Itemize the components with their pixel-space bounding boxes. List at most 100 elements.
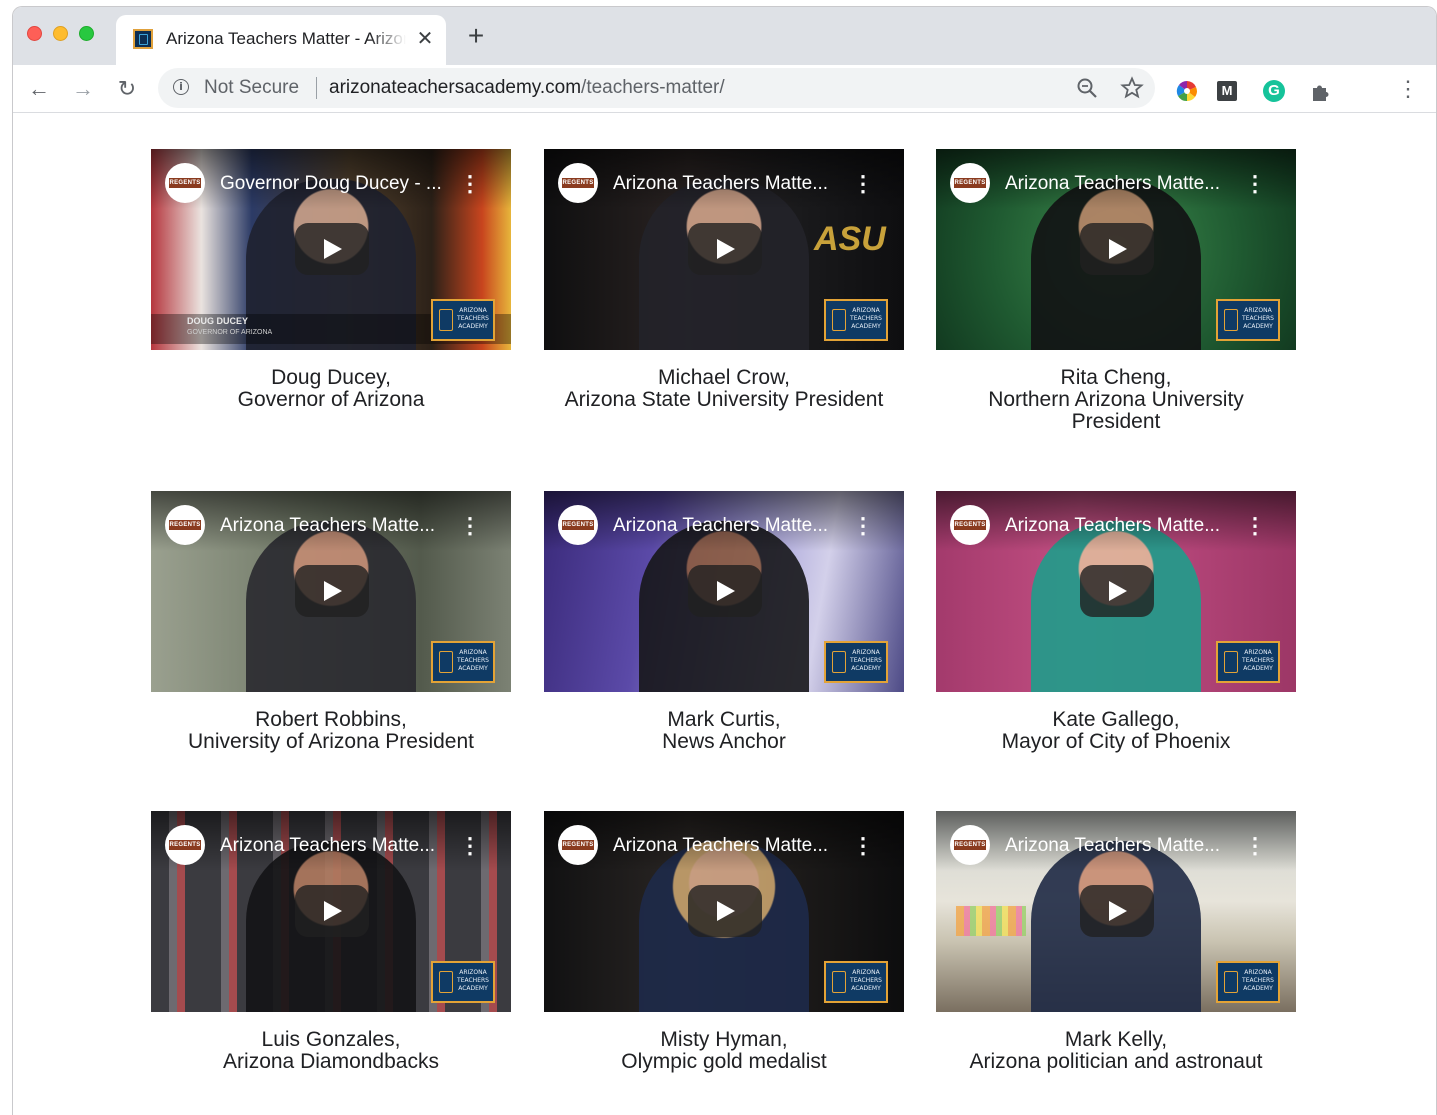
person-role: Northern Arizona University (988, 388, 1244, 411)
video-more-icon[interactable]: ⋮ (459, 833, 481, 859)
reload-button[interactable]: ↻ (113, 75, 141, 103)
person-name: Misty Hyman, (660, 1028, 788, 1051)
tab-title: Arizona Teachers Matter - Arizona Teache… (166, 29, 406, 48)
video-player[interactable]: REGENTS Arizona Teachers Matte... ⋮ ARIZ… (936, 149, 1296, 350)
video-more-icon[interactable]: ⋮ (1244, 513, 1266, 539)
channel-avatar[interactable]: REGENTS (165, 163, 205, 203)
person-role: Mayor of City of Phoenix (1001, 730, 1231, 753)
play-button-icon[interactable] (1080, 565, 1154, 617)
url-text[interactable]: arizonateachersacademy.com/teachers-matt… (329, 77, 725, 99)
person-role: News Anchor (662, 730, 786, 753)
channel-avatar[interactable]: REGENTS (950, 505, 990, 545)
channel-avatar[interactable]: REGENTS (950, 163, 990, 203)
minimize-window-button[interactable] (53, 26, 68, 41)
video-title[interactable]: Arizona Teachers Matte... (613, 515, 843, 537)
video-caption: Robert Robbins, University of Arizona Pr… (121, 709, 541, 753)
address-bar[interactable]: i Not Secure arizonateachersacademy.com/… (158, 68, 1155, 108)
play-button-icon[interactable] (295, 223, 369, 275)
arizona-teachers-academy-logo: ARIZONA TEACHERS ACADEMY (431, 961, 495, 1003)
video-more-icon[interactable]: ⋮ (459, 513, 481, 539)
back-button[interactable]: ← (25, 75, 53, 103)
person-name: Kate Gallego, (1052, 708, 1180, 731)
color-wheel-extension-icon[interactable] (1176, 80, 1198, 102)
video-more-icon[interactable]: ⋮ (852, 513, 874, 539)
video-caption: Misty Hyman, Olympic gold medalist (514, 1029, 934, 1073)
bookmark-star-icon[interactable] (1120, 76, 1144, 100)
channel-avatar[interactable]: REGENTS (950, 825, 990, 865)
person-name: Mark Curtis, (667, 708, 781, 731)
channel-avatar[interactable]: REGENTS (558, 163, 598, 203)
person-name: Doug Ducey, (271, 366, 391, 389)
video-title[interactable]: Arizona Teachers Matte... (220, 515, 450, 537)
person-name: Michael Crow, (658, 366, 790, 389)
tab-arizona-teachers-matter[interactable]: Arizona Teachers Matter - Arizona Teache… (116, 15, 446, 65)
site-favicon-icon (133, 29, 153, 49)
video-player[interactable]: DOUG DUCEY GOVERNOR OF ARIZONA REGENTS G… (151, 149, 511, 350)
video-player[interactable]: REGENTS Arizona Teachers Matte... ⋮ ARIZ… (936, 491, 1296, 692)
video-more-icon[interactable]: ⋮ (1244, 833, 1266, 859)
video-title[interactable]: Arizona Teachers Matte... (613, 835, 843, 857)
person-role: Governor of Arizona (237, 388, 425, 411)
zoom-window-button[interactable] (79, 26, 94, 41)
grammarly-extension-icon[interactable]: G (1263, 80, 1285, 102)
person-role: University of Arizona President (188, 730, 474, 753)
channel-avatar[interactable]: REGENTS (165, 825, 205, 865)
lower-third-role: GOVERNOR OF ARIZONA (187, 329, 273, 336)
video-caption: Mark Curtis, News Anchor (514, 709, 934, 753)
site-info-icon[interactable]: i (173, 79, 189, 95)
monogram-extension-icon[interactable]: M (1217, 81, 1237, 101)
extensions-puzzle-icon[interactable] (1309, 80, 1331, 102)
video-title[interactable]: Arizona Teachers Matte... (1005, 835, 1235, 857)
video-title[interactable]: Arizona Teachers Matte... (613, 173, 843, 195)
arizona-teachers-academy-logo: ARIZONA TEACHERS ACADEMY (824, 641, 888, 683)
video-player[interactable]: REGENTS Arizona Teachers Matte... ⋮ ARIZ… (936, 811, 1296, 1012)
person-role-continued: President (1071, 410, 1161, 433)
video-title[interactable]: Arizona Teachers Matte... (1005, 173, 1235, 195)
browser-menu-icon[interactable]: ⋮ (1397, 77, 1419, 101)
new-tab-button[interactable]: + (463, 22, 489, 50)
play-button-icon[interactable] (295, 885, 369, 937)
video-player[interactable]: ASU REGENTS Arizona Teachers Matte... ⋮ … (544, 149, 904, 350)
video-player[interactable]: REGENTS Arizona Teachers Matte... ⋮ ARIZ… (151, 491, 511, 692)
video-more-icon[interactable]: ⋮ (459, 171, 481, 197)
forward-button[interactable]: → (69, 75, 97, 103)
person-role: Arizona State University President (564, 388, 884, 411)
play-button-icon[interactable] (1080, 223, 1154, 275)
video-title[interactable]: Arizona Teachers Matte... (1005, 515, 1235, 537)
video-caption: Michael Crow, Arizona State University P… (514, 367, 934, 411)
video-more-icon[interactable]: ⋮ (852, 171, 874, 197)
omnibox-divider (316, 77, 317, 99)
browser-toolbar: ← → ↻ i Not Secure arizonateachersacadem… (13, 65, 1436, 113)
video-caption: Kate Gallego, Mayor of City of Phoenix (906, 709, 1326, 753)
video-more-icon[interactable]: ⋮ (852, 833, 874, 859)
video-title[interactable]: Arizona Teachers Matte... (220, 835, 450, 857)
background-asu-text: ASU (814, 220, 886, 258)
channel-avatar[interactable]: REGENTS (558, 825, 598, 865)
zoom-icon[interactable] (1075, 76, 1099, 100)
person-name: Robert Robbins, (255, 708, 407, 731)
close-window-button[interactable] (27, 26, 42, 41)
video-player[interactable]: REGENTS Arizona Teachers Matte... ⋮ ARIZ… (544, 811, 904, 1012)
arizona-teachers-academy-logo: ARIZONA TEACHERS ACADEMY (1216, 961, 1280, 1003)
play-button-icon[interactable] (295, 565, 369, 617)
video-caption: Mark Kelly, Arizona politician and astro… (906, 1029, 1326, 1073)
video-caption: Rita Cheng, Northern Arizona University … (906, 367, 1326, 433)
video-title[interactable]: Governor Doug Ducey - ... (220, 173, 450, 195)
play-button-icon[interactable] (1080, 885, 1154, 937)
person-name: Luis Gonzales, (261, 1028, 401, 1051)
video-player[interactable]: REGENTS Arizona Teachers Matte... ⋮ ARIZ… (544, 491, 904, 692)
play-button-icon[interactable] (688, 885, 762, 937)
person-name: Rita Cheng, (1060, 366, 1172, 389)
arizona-teachers-academy-logo: ARIZONA TEACHERS ACADEMY (824, 299, 888, 341)
tab-close-icon[interactable]: ✕ (413, 27, 437, 51)
play-button-icon[interactable] (688, 565, 762, 617)
channel-avatar[interactable]: REGENTS (165, 505, 205, 545)
video-more-icon[interactable]: ⋮ (1244, 171, 1266, 197)
security-label: Not Secure (204, 77, 300, 98)
person-role: Arizona Diamondbacks (223, 1050, 439, 1073)
arizona-teachers-academy-logo: ARIZONA TEACHERS ACADEMY (1216, 641, 1280, 683)
channel-avatar[interactable]: REGENTS (558, 505, 598, 545)
tab-strip: Arizona Teachers Matter - Arizona Teache… (13, 7, 1436, 65)
video-player[interactable]: REGENTS Arizona Teachers Matte... ⋮ ARIZ… (151, 811, 511, 1012)
play-button-icon[interactable] (688, 223, 762, 275)
